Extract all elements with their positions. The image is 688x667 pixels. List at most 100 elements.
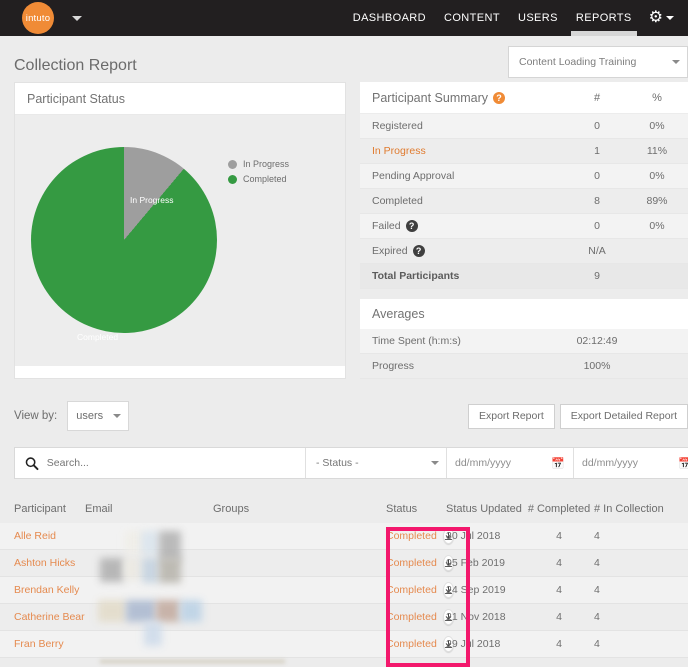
cell-completed: 4 — [556, 530, 562, 542]
pie-legend: In Progress Completed — [228, 159, 289, 189]
column-header-status-updated[interactable]: Status Updated — [446, 503, 524, 515]
participant-summary-title: Participant Summary — [372, 90, 489, 105]
summary-row-expired: Expired ? N/A — [360, 239, 688, 264]
summary-row-label-text: Expired — [372, 245, 408, 257]
column-header-groups[interactable]: Groups — [213, 503, 386, 515]
cell-status: Completed — [386, 609, 454, 625]
redaction-block — [124, 558, 142, 580]
status-filter-select[interactable]: - Status - — [306, 448, 446, 478]
summary-row-label: Failed ? — [372, 220, 418, 232]
legend-swatch-icon — [228, 174, 237, 184]
cell-completed: 4 — [556, 557, 562, 569]
nav-item-dashboard[interactable]: DASHBOARD — [344, 0, 435, 36]
summary-row-label: Completed — [372, 195, 423, 207]
collection-select[interactable]: Content Loading Training — [508, 46, 688, 78]
column-header-participant[interactable]: Participant — [0, 503, 85, 515]
status-text: Completed — [386, 638, 437, 650]
participant-summary-header: Participant Summary ? # % — [360, 82, 688, 114]
view-by-label: View by: — [14, 410, 58, 422]
cell-status: Completed — [386, 582, 454, 598]
summary-row-failed: Failed ? 0 0% — [360, 214, 688, 239]
page-header: Collection Report Content Loading Traini… — [0, 36, 688, 82]
search-field-wrapper[interactable] — [15, 448, 305, 478]
cell-participant[interactable]: Catherine Bear — [0, 611, 85, 623]
cell-status-updated: 05 Feb 2019 — [446, 557, 505, 569]
column-header-in-collection[interactable]: # In Collection — [594, 503, 679, 515]
help-icon[interactable]: ? — [412, 245, 425, 257]
redaction-block — [156, 600, 180, 622]
intuto-logo[interactable]: intuto — [22, 2, 54, 34]
averages-title: Averages — [372, 307, 425, 321]
view-by-row: View by: users Export Report Export Deta… — [0, 399, 688, 433]
cell-status: Completed — [386, 528, 454, 544]
status-text: Completed — [386, 584, 437, 596]
column-header-email[interactable]: Email — [85, 503, 213, 515]
summary-total-count: 9 — [594, 270, 600, 282]
redaction-block — [141, 531, 159, 555]
summary-row-count: 0 — [594, 220, 600, 232]
summary-row-percent: 11% — [646, 145, 668, 157]
chevron-down-icon[interactable] — [666, 16, 674, 20]
summary-row-total-participants: Total Participants 9 — [360, 264, 688, 289]
column-header-count: # — [593, 91, 601, 104]
status-filter-value: - Status - — [316, 457, 359, 469]
summary-row-count: 8 — [594, 195, 600, 207]
help-icon[interactable]: ? — [405, 220, 418, 232]
column-header-percent: % — [652, 91, 662, 104]
date-from-field[interactable]: dd/mm/yyyy 📅 — [447, 448, 573, 478]
pie-slice-label-in-progress: In Progress — [130, 195, 174, 205]
cell-status-updated: 24 Sep 2019 — [446, 584, 506, 596]
status-text: Completed — [386, 611, 437, 623]
collection-select-value: Content Loading Training — [519, 56, 637, 68]
averages-row-value: 02:12:49 — [576, 335, 618, 347]
cell-in-collection: 4 — [594, 584, 600, 596]
nav-item-users[interactable]: USERS — [509, 0, 567, 36]
redaction-block — [159, 558, 181, 583]
cell-completed: 4 — [556, 584, 562, 596]
legend-label: In Progress — [243, 159, 290, 169]
column-header-completed[interactable]: # Completed — [524, 503, 594, 515]
help-icon[interactable]: ? — [493, 91, 506, 104]
cell-status: Completed — [386, 555, 454, 571]
account-chevron-down-icon[interactable] — [72, 15, 82, 21]
calendar-icon[interactable]: 📅 — [678, 457, 688, 470]
legend-item-in-progress: In Progress — [228, 159, 289, 169]
summary-row-label: In Progress — [372, 145, 426, 157]
table-row[interactable]: Fran Berry Completed 29 Jul 2018 4 4 — [0, 631, 688, 658]
settings-menu[interactable]: ⚙ — [641, 10, 680, 26]
pie-chart — [31, 147, 217, 333]
cell-status-updated: 30 Jul 2018 — [446, 530, 501, 542]
nav-item-reports[interactable]: REPORTS — [567, 0, 641, 36]
summary-row-count: 1 — [594, 145, 600, 157]
logo-area[interactable]: intuto — [0, 2, 82, 34]
summary-row-registered: Registered 0 0% — [360, 114, 688, 139]
cell-participant[interactable]: Fran Berry — [0, 638, 85, 650]
gear-icon[interactable]: ⚙ — [649, 10, 663, 26]
cell-status-updated: 29 Jul 2018 — [446, 638, 501, 650]
summary-row-label: Pending Approval — [372, 170, 455, 182]
nav-item-content[interactable]: CONTENT — [435, 0, 509, 36]
cell-participant[interactable]: Brendan Kelly — [0, 584, 85, 596]
table-row[interactable]: Alle Reid Completed 30 Jul 2018 4 4 — [0, 523, 688, 550]
search-input[interactable] — [46, 457, 295, 469]
participant-status-panel: Participant Status In Progress Completed… — [14, 82, 346, 379]
averages-row-time-spent: Time Spent (h:m:s) 02:12:49 — [360, 329, 688, 354]
summary-row-percent: 0% — [649, 170, 665, 182]
table-header-row: Participant Email Groups Status Status U… — [0, 495, 688, 523]
cell-participant[interactable]: Alle Reid — [0, 530, 85, 542]
averages-row-value: 100% — [583, 360, 611, 372]
calendar-icon[interactable]: 📅 — [551, 457, 565, 470]
summary-row-label: Expired ? — [372, 245, 425, 257]
date-to-field[interactable]: dd/mm/yyyy 📅 — [574, 448, 688, 478]
export-detailed-report-button[interactable]: Export Detailed Report — [559, 403, 688, 429]
cell-participant[interactable]: Ashton Hicks — [0, 557, 85, 569]
column-header-status[interactable]: Status — [386, 503, 446, 515]
legend-item-completed: Completed — [228, 174, 289, 184]
view-by-select[interactable]: users — [67, 401, 130, 431]
cell-in-collection: 4 — [594, 611, 600, 623]
redaction-block — [100, 558, 124, 582]
export-report-button[interactable]: Export Report — [467, 403, 555, 429]
pie-slice-label-completed: Completed — [77, 332, 119, 342]
chevron-down-icon — [672, 60, 680, 64]
status-text: Completed — [386, 557, 437, 569]
